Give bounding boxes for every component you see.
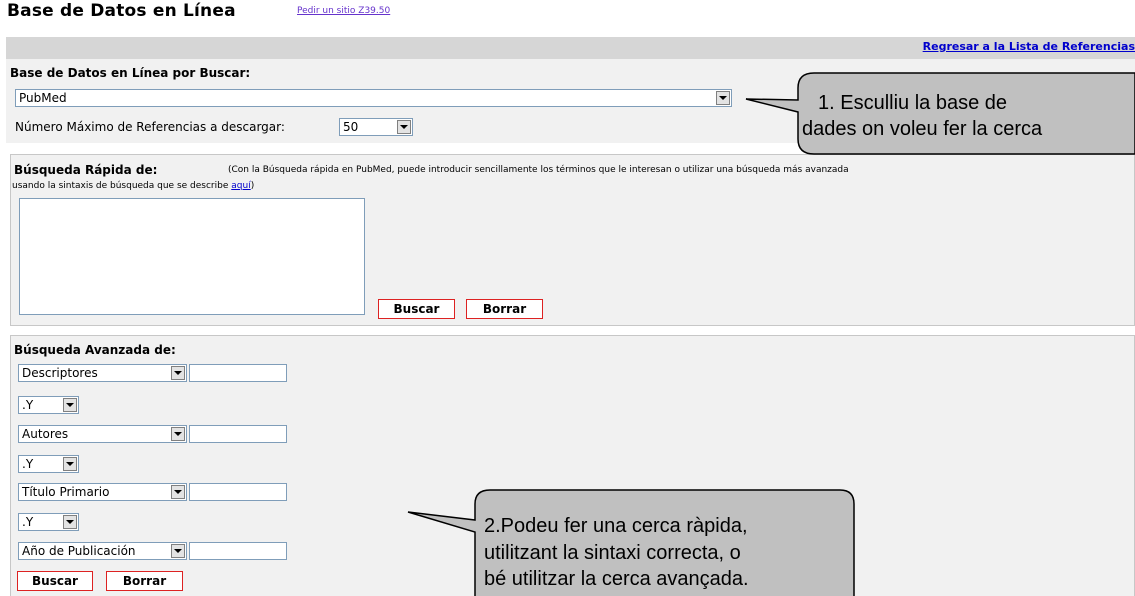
field-input-titulo[interactable] (189, 483, 287, 501)
page-title: Base de Datos en Línea (7, 1, 236, 21)
callout-2-line3: bé utilitzar la cerca avançada. (484, 568, 749, 590)
callout-2-line1: 2.Podeu fer una cerca ràpida, (484, 515, 748, 537)
chevron-down-icon[interactable] (397, 120, 411, 134)
field-select-value: Año de Publicación (22, 544, 136, 558)
quick-search-button[interactable]: Buscar (378, 299, 455, 319)
operator-value: .Y (22, 398, 34, 412)
chevron-down-icon[interactable] (171, 485, 185, 499)
max-refs-select[interactable]: 50 (339, 118, 413, 136)
database-select-value: PubMed (19, 91, 67, 105)
chevron-down-icon[interactable] (171, 427, 185, 441)
field-select-titulo[interactable]: Título Primario (18, 483, 187, 501)
quick-search-description: (Con la Búsqueda rápida en PubMed, puede… (228, 165, 849, 175)
operator-select-3[interactable]: .Y (18, 513, 79, 531)
field-input-descriptores[interactable] (189, 364, 287, 382)
chevron-down-icon[interactable] (171, 366, 185, 380)
quick-search-description-line2: usando la sintaxis de búsqueda que se de… (12, 181, 254, 191)
close-paren: ) (250, 181, 255, 191)
advanced-clear-button[interactable]: Borrar (106, 571, 183, 591)
advanced-search-button[interactable]: Buscar (17, 571, 93, 591)
operator-select-2[interactable]: .Y (18, 455, 79, 473)
field-select-value: Título Primario (22, 485, 110, 499)
chevron-down-icon[interactable] (171, 544, 185, 558)
quick-search-heading: Búsqueda Rápida de: (14, 163, 158, 177)
callout-2-line2: utilitzant la sintaxi correcta, o (484, 542, 741, 564)
field-select-ano[interactable]: Año de Publicación (18, 542, 187, 560)
back-to-references-link[interactable]: Regresar a la Lista de Referencias (923, 40, 1135, 53)
chevron-down-icon[interactable] (716, 91, 730, 105)
field-input-autores[interactable] (189, 425, 287, 443)
quick-clear-button[interactable]: Borrar (466, 299, 543, 319)
field-select-value: Autores (22, 427, 69, 441)
chevron-down-icon[interactable] (63, 515, 77, 529)
advanced-search-heading: Búsqueda Avanzada de: (14, 343, 176, 357)
database-heading: Base de Datos en Línea por Buscar: (10, 66, 251, 80)
chevron-down-icon[interactable] (63, 398, 77, 412)
field-select-autores[interactable]: Autores (18, 425, 187, 443)
chevron-down-icon[interactable] (63, 457, 77, 471)
operator-value: .Y (22, 515, 34, 529)
callout-1-line2: dades on voleu fer la cerca (802, 118, 1043, 140)
syntax-help-link[interactable]: aquí (231, 181, 250, 191)
quick-search-description-text: usando la sintaxis de búsqueda que se de… (12, 181, 229, 191)
operator-select-1[interactable]: .Y (18, 396, 79, 414)
max-refs-value: 50 (343, 120, 359, 134)
z3950-link[interactable]: Pedir un sitio Z39.50 (297, 6, 390, 16)
field-select-value: Descriptores (22, 366, 98, 380)
quick-search-textarea[interactable] (19, 198, 365, 315)
callout-1-line1: 1. Esculliu la base de (818, 92, 1008, 114)
max-refs-label: Número Máximo de Referencias a descargar… (15, 120, 285, 134)
field-select-descriptores[interactable]: Descriptores (18, 364, 187, 382)
database-select[interactable]: PubMed (15, 89, 732, 107)
field-input-ano[interactable] (189, 542, 287, 560)
operator-value: .Y (22, 457, 34, 471)
